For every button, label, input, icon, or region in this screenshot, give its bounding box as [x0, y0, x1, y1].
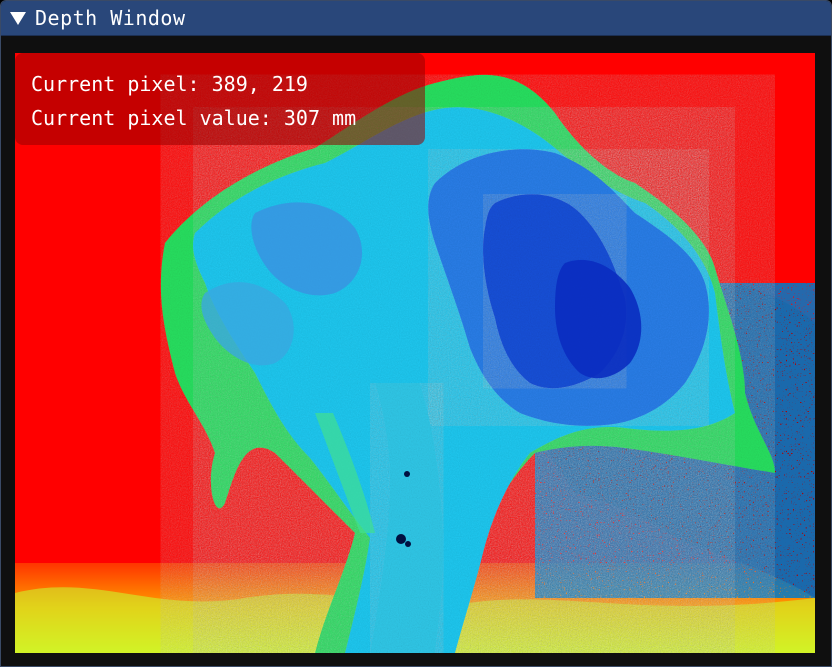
current-pixel-label: Current pixel:	[31, 72, 212, 96]
pixel-info-overlay: Current pixel: 389, 219 Current pixel va…	[15, 53, 425, 145]
triangle-down-icon[interactable]	[1, 1, 35, 35]
window-title-bar[interactable]: Depth Window	[1, 1, 831, 36]
window-title: Depth Window	[35, 6, 186, 30]
depth-window: Depth Window Current pixel: 389, 219 Cur…	[0, 0, 832, 667]
current-pixel-value-label: Current pixel value:	[31, 106, 284, 130]
current-pixel-value-number: 307	[283, 106, 320, 130]
current-pixel-value-line: Current pixel value: 307 mm	[31, 101, 409, 135]
current-pixel-value-unit: mm	[320, 106, 357, 130]
current-pixel-line: Current pixel: 389, 219	[31, 67, 409, 101]
current-pixel-coords: 389, 219	[211, 72, 308, 96]
